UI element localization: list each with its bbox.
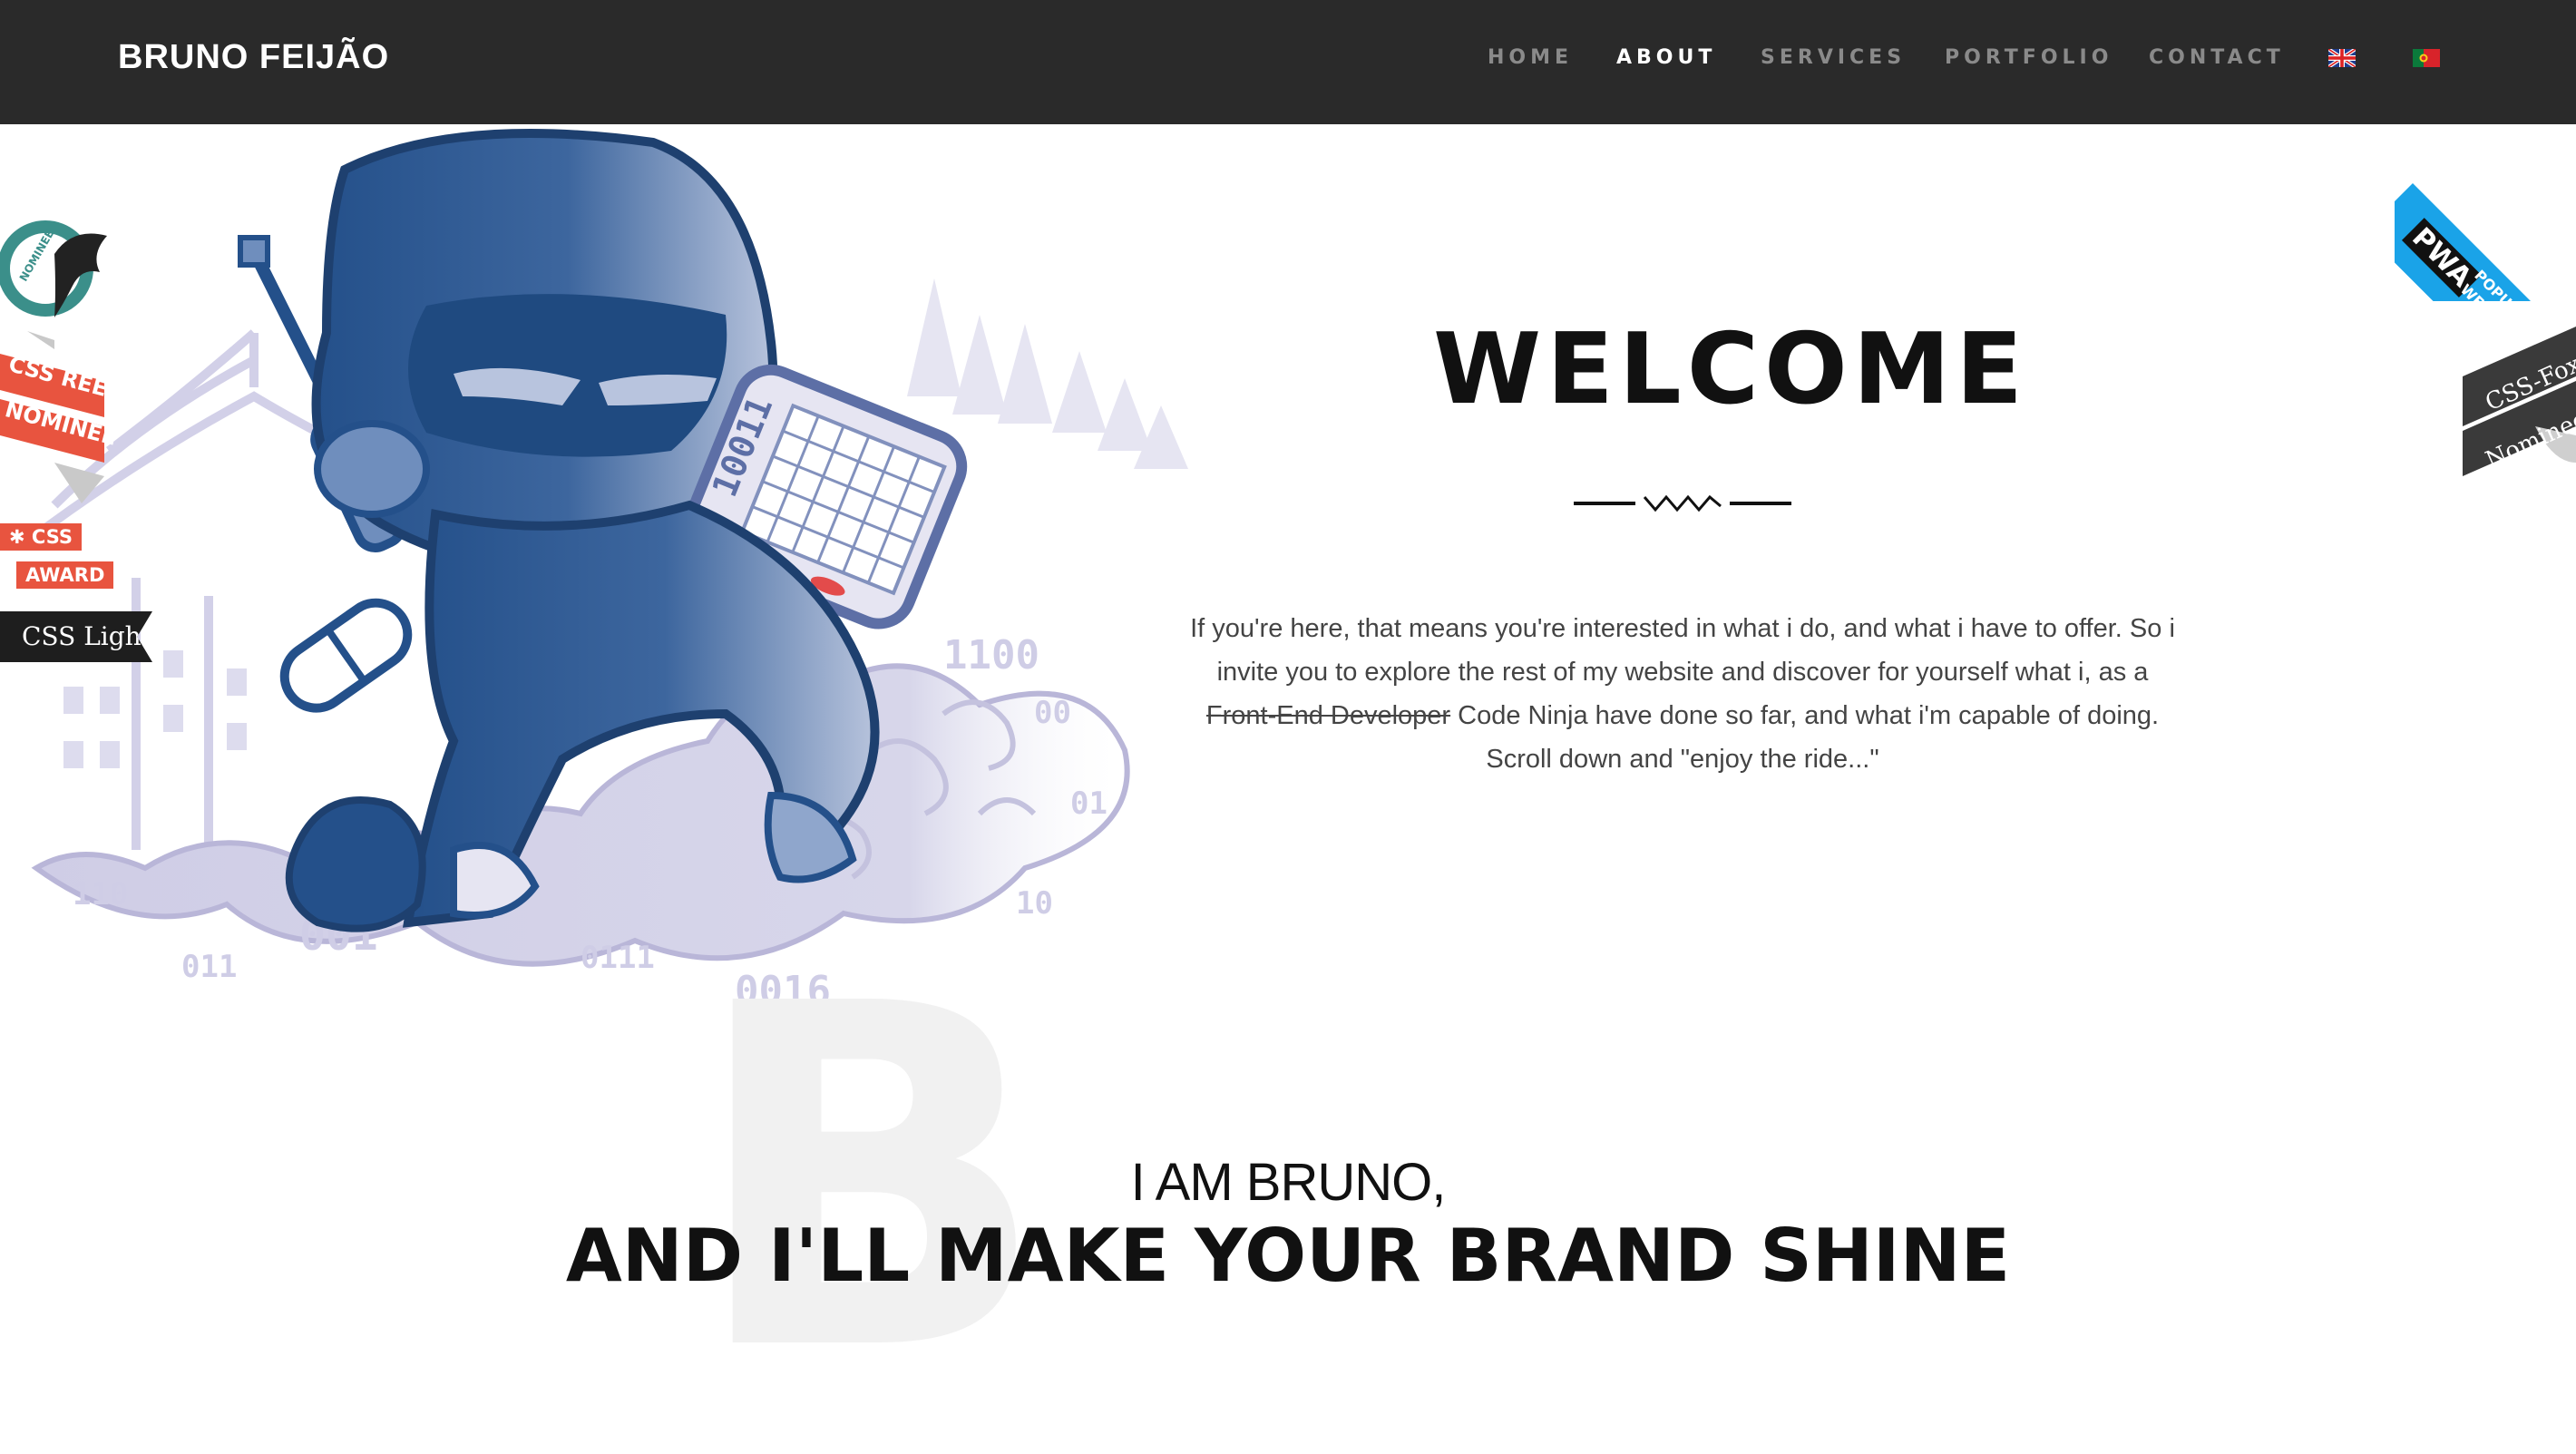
cssaward-badge[interactable]: ✱ CSS AWARD (0, 522, 114, 599)
nav-home[interactable]: HOME (1488, 46, 1573, 69)
pwa-award-ribbon[interactable]: PWA POPULAR WEBSITE AWARD (2395, 120, 2576, 301)
binary-bits-8: 01 (1070, 786, 1107, 822)
ninja-hair-bun (314, 420, 430, 518)
section-divider-ornament (1574, 494, 1791, 512)
intro-struck-title: Front-End Developer (1205, 701, 1451, 730)
intro-text-part1: If you're here, that means you're intere… (1190, 614, 2175, 687)
nav-contact[interactable]: CONTACT (2149, 46, 2285, 69)
portuguese-flag-icon[interactable] (2413, 49, 2440, 67)
cssaward-line1-text: CSS (31, 526, 73, 548)
pwa-ribbon-band: PWA POPULAR WEBSITE AWARD (2395, 183, 2576, 301)
nav-services[interactable]: SERVICES (1761, 46, 1906, 69)
binary-bits-1: 110 (73, 876, 128, 912)
english-flag-icon[interactable] (2328, 49, 2356, 67)
csslight-badge[interactable]: CSS Light (0, 611, 152, 662)
welcome-intro-text: If you're here, that means you're intere… (1179, 607, 2186, 781)
ninja-foot-left (285, 796, 426, 932)
nav-portfolio[interactable]: PORTFOLIO (1945, 46, 2113, 69)
binary-bits-7: 00 (1034, 695, 1071, 731)
binary-bits-4: 0111 (581, 940, 655, 976)
binary-bits-2: 011 (181, 949, 237, 985)
cssfox-nominee-badge[interactable]: CSS-Fox Nominee (2463, 327, 2576, 481)
about-heading-line1: I AM BRUNO, (1130, 1153, 1447, 1212)
cssreel-nominee-badge[interactable]: CSS REEL NOMINEE (0, 331, 123, 503)
intro-text-part2: Code Ninja have done so far, and what i'… (1450, 701, 2160, 774)
ninja-eye-right (599, 375, 717, 405)
cssaward-line1: ✱ CSS (0, 523, 83, 551)
awwwards-nominee-badge[interactable]: NOMINEE (0, 218, 109, 322)
top-navbar: BRUNO FEIJÃO HOME ABOUT SERVICES PORTFOL… (0, 0, 2576, 124)
welcome-heading: WELCOME (1433, 313, 2029, 426)
binary-bits-6: 1100 (943, 632, 1039, 678)
cssaward-line2: AWARD (16, 561, 114, 589)
nav-about[interactable]: ABOUT (1616, 46, 1716, 69)
site-logo[interactable]: BRUNO FEIJÃO (118, 38, 389, 77)
ninja-illustration: 110 011 001 0111 0016 1100 00 01 10 1001… (24, 129, 1188, 1014)
ninja-gadget (279, 598, 413, 713)
about-heading-line2: AND I'LL MAKE YOUR BRAND SHINE (565, 1214, 2011, 1298)
